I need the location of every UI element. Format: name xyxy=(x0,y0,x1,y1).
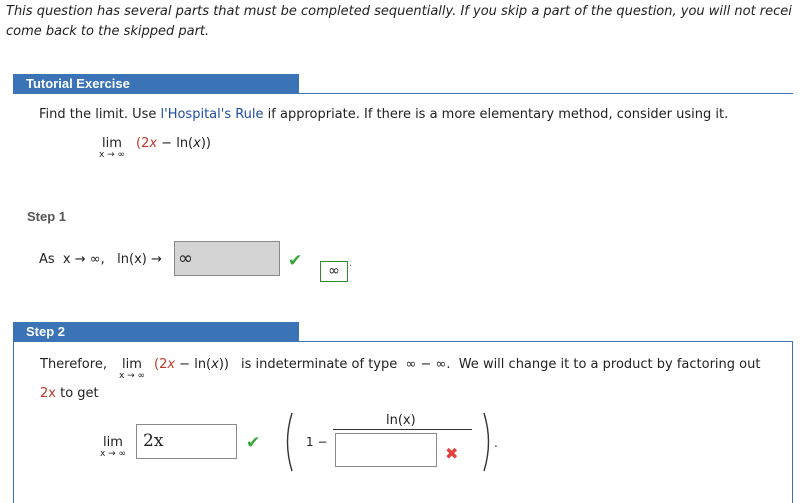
step-2-limit-operator: lim x → ∞ xyxy=(116,357,148,381)
step-1-answer-value: ∞ xyxy=(178,248,193,269)
lim-label: lim xyxy=(102,136,122,151)
denominator-cross-icon: ✖ xyxy=(445,444,459,463)
prompt-text-before: Find the limit. Use xyxy=(39,107,161,122)
left-paren-icon xyxy=(280,411,296,473)
lhospital-rule-link[interactable]: l'Hospital's Rule xyxy=(161,107,264,122)
tutorial-exercise-tab: Tutorial Exercise xyxy=(13,74,299,94)
step-2-left-border xyxy=(13,342,14,503)
step-1-key-dot: . xyxy=(349,258,353,269)
step-1-label: Step 1 xyxy=(27,209,67,224)
fraction-denominator-input[interactable] xyxy=(335,433,437,467)
intro-text: This question has several parts that mus… xyxy=(6,2,801,42)
step-2-factor: 2x xyxy=(40,386,56,401)
one-minus: 1 − xyxy=(306,435,328,449)
lim-subscript: x → ∞ xyxy=(98,150,126,160)
problem-expression: (2x − ln(x)) xyxy=(136,136,211,151)
step-2-right-border xyxy=(792,342,793,503)
step-2-to-get: to get xyxy=(55,386,99,401)
intro-line-1: This question has several parts that mus… xyxy=(6,4,792,19)
step-2-lim-label: lim xyxy=(122,357,142,372)
step-2-factor-line: 2x to get xyxy=(40,386,99,401)
closing-period: . xyxy=(494,436,498,450)
fraction-bar xyxy=(333,429,472,430)
step-2-answer-lim-label: lim xyxy=(103,435,123,450)
problem-limit-operator: lim x → ∞ xyxy=(97,136,127,160)
step-2-lim-subscript: x → ∞ xyxy=(118,371,146,381)
step-2-tab: Step 2 xyxy=(13,322,299,342)
step-1-check-icon: ✔ xyxy=(288,251,303,271)
step-1-answer-field[interactable]: ∞ xyxy=(174,241,280,276)
fraction-numerator: ln(x) xyxy=(386,413,416,428)
step-1-key-box: ∞ xyxy=(320,261,348,282)
step-2-answer-limit-operator: lim x → ∞ xyxy=(97,435,129,459)
step-2-expression: (2x − ln(x)) xyxy=(154,357,229,372)
step-2-answer-lim-subscript: x → ∞ xyxy=(99,449,127,459)
step-2-header-rule xyxy=(299,341,793,342)
problem-statement: Find the limit. Use l'Hospital's Rule if… xyxy=(39,107,728,122)
step-2-factor-value: 2x xyxy=(143,431,164,451)
step-2-middle-text: is indeterminate of type ∞ − ∞. We will … xyxy=(241,357,761,372)
intro-line-2: come back to the skipped part. xyxy=(6,24,210,39)
step-1-text: As x → ∞, ln(x) → xyxy=(39,252,162,267)
tutorial-header-rule xyxy=(299,93,793,94)
step-2-factor-input[interactable]: 2x xyxy=(136,424,237,459)
prompt-text-after: if appropriate. If there is a more eleme… xyxy=(263,107,729,122)
step-2-check-icon: ✔ xyxy=(246,433,261,453)
step-2-therefore: Therefore, xyxy=(40,357,107,372)
